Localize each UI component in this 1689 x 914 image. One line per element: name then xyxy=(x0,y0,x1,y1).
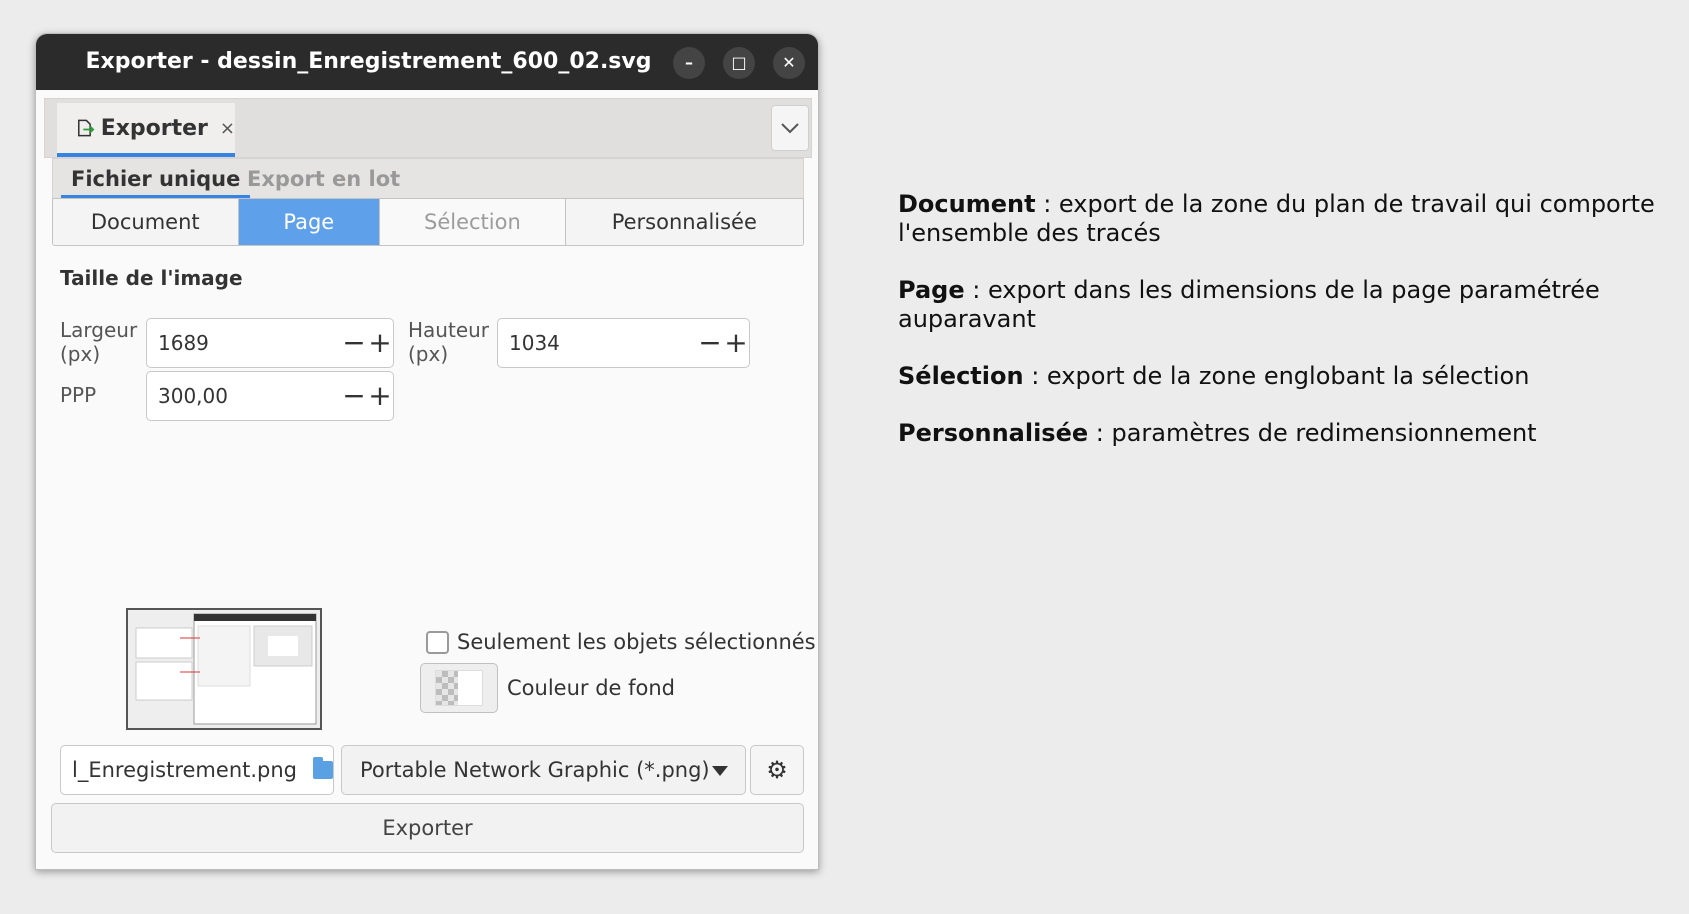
filename-field[interactable]: l_Enregistrement.png xyxy=(60,745,334,795)
export-button[interactable]: Exporter xyxy=(51,803,804,853)
window-title: Exporter - dessin_Enregistrement_600_02.… xyxy=(85,49,652,74)
image-size-title: Taille de l'image xyxy=(60,266,243,290)
only-selected-checkbox[interactable] xyxy=(426,630,449,654)
width-label: Largeur (px) xyxy=(60,318,138,366)
export-mode-tabs: Fichier unique Export en lot xyxy=(52,158,804,200)
export-window: Exporter - dessin_Enregistrement_600_02.… xyxy=(35,33,819,870)
dpi-spinbox[interactable]: 300,00 − + xyxy=(146,371,394,421)
dpi-decrement-button[interactable]: − xyxy=(341,382,367,410)
file-format-value: Portable Network Graphic (*.png) xyxy=(360,758,710,782)
only-selected-option[interactable]: Seulement les objets sélectionnés xyxy=(426,630,816,654)
height-spinbox[interactable]: 1034 − + xyxy=(497,318,750,368)
width-input[interactable]: 1689 xyxy=(147,331,341,355)
dock-menu-button[interactable] xyxy=(771,105,809,151)
export-icon xyxy=(78,119,95,137)
dpi-input[interactable]: 300,00 xyxy=(147,384,341,408)
gear-icon: ⚙ xyxy=(766,756,788,784)
area-document-button[interactable]: Document xyxy=(53,199,239,245)
note-page: Page : export dans les dimensions de la … xyxy=(898,276,1600,333)
chevron-down-icon xyxy=(781,123,799,134)
height-label: Hauteur (px) xyxy=(408,318,490,366)
export-settings-button[interactable]: ⚙ xyxy=(750,745,804,795)
height-decrement-button[interactable]: − xyxy=(697,329,723,357)
explanation-notes: Document : export de la zone du plan de … xyxy=(898,190,1658,476)
tab-close-icon[interactable]: × xyxy=(220,118,235,139)
title-bar[interactable]: Exporter - dessin_Enregistrement_600_02.… xyxy=(36,34,818,90)
export-area-selector: Document Page Sélection Personnalisée xyxy=(52,198,804,246)
minimize-button[interactable]: – xyxy=(673,47,705,79)
close-button[interactable]: ✕ xyxy=(773,47,805,79)
dpi-increment-button[interactable]: + xyxy=(367,382,393,410)
height-input[interactable]: 1034 xyxy=(498,331,697,355)
height-increment-button[interactable]: + xyxy=(723,329,749,357)
note-document: Document : export de la zone du plan de … xyxy=(898,190,1655,247)
tab-batch-export[interactable]: Export en lot xyxy=(237,165,410,199)
dpi-label: PPP xyxy=(60,383,97,407)
tab-single-file[interactable]: Fichier unique xyxy=(61,165,251,199)
width-increment-button[interactable]: + xyxy=(367,329,393,357)
file-format-dropdown[interactable]: Portable Network Graphic (*.png) xyxy=(341,745,746,795)
export-preview-thumbnail xyxy=(126,608,322,730)
area-custom-button[interactable]: Personnalisée xyxy=(565,199,803,245)
preview-image xyxy=(128,610,320,728)
filename-value[interactable]: l_Enregistrement.png xyxy=(72,758,297,782)
width-spinbox[interactable]: 1689 − + xyxy=(146,318,394,368)
area-selection-button[interactable]: Sélection xyxy=(380,199,566,245)
maximize-button[interactable]: □ xyxy=(723,47,755,79)
area-page-button[interactable]: Page xyxy=(238,199,381,245)
color-swatch-icon xyxy=(435,670,483,706)
note-custom: Personnalisée : paramètres de redimensio… xyxy=(898,419,1537,447)
only-selected-label: Seulement les objets sélectionnés xyxy=(457,630,816,654)
background-color-button[interactable] xyxy=(420,663,498,713)
folder-icon[interactable] xyxy=(313,757,333,779)
width-decrement-button[interactable]: − xyxy=(341,329,367,357)
tab-exporter[interactable]: Exporter × xyxy=(57,103,235,157)
dock-tab-strip: Exporter × xyxy=(44,98,812,158)
background-color-label: Couleur de fond xyxy=(507,676,675,700)
note-selection: Sélection : export de la zone englobant … xyxy=(898,362,1530,390)
caret-down-icon xyxy=(712,766,728,776)
tab-exporter-label: Exporter xyxy=(100,115,208,141)
